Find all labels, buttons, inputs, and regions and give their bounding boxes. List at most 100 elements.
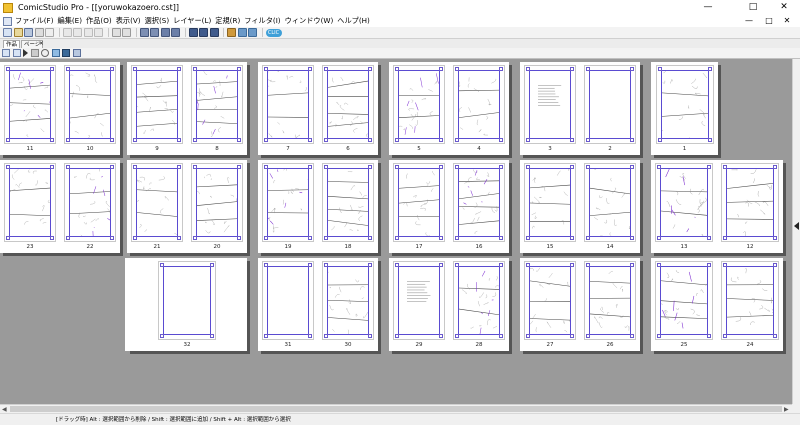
page-thumbnail[interactable] [655, 163, 713, 242]
page-thumbnail[interactable] [524, 65, 576, 144]
page-thumbnail[interactable] [524, 261, 576, 340]
maximize-button[interactable]: □ [741, 0, 765, 15]
new-icon[interactable] [3, 28, 12, 37]
page-spread[interactable]: 2726 [520, 258, 640, 351]
rotate-icon[interactable] [41, 49, 49, 57]
page-thumbnail[interactable] [453, 163, 505, 242]
pointer-icon[interactable] [52, 49, 60, 57]
print-icon[interactable] [45, 28, 54, 37]
undo-icon[interactable] [112, 28, 121, 37]
menu-window[interactable]: ウィンドウ(W) [285, 16, 334, 26]
menu-ruler[interactable]: 定規(R) [215, 16, 240, 26]
page-spread[interactable]: 32 [127, 258, 247, 351]
menu-view[interactable]: 表示(V) [116, 16, 141, 26]
page-spread[interactable]: 2524 [651, 258, 783, 351]
open-icon[interactable] [14, 28, 23, 37]
clic-badge[interactable]: CLIC [266, 29, 282, 37]
delete-icon[interactable] [94, 28, 103, 37]
page-spread[interactable]: 2120 [127, 160, 247, 253]
vertical-scrollbar[interactable] [792, 59, 800, 404]
page-spread[interactable]: 1918 [258, 160, 378, 253]
page-thumbnail[interactable] [4, 65, 56, 144]
page-spread[interactable]: 2928 [389, 258, 509, 351]
page-spread[interactable]: 1312 [651, 160, 783, 253]
menu-edit[interactable]: 編集(E) [58, 16, 83, 26]
menu-filter[interactable]: フィルタ(I) [244, 16, 280, 26]
tab-works[interactable]: 作品 [3, 40, 20, 48]
page-thumbnail[interactable] [655, 261, 713, 340]
page-thumbnail[interactable] [524, 163, 576, 242]
page-thumbnail[interactable] [393, 65, 445, 144]
thumbnail-icon[interactable] [62, 49, 70, 57]
page-thumbnail[interactable] [322, 163, 374, 242]
page-thumbnail[interactable] [322, 65, 374, 144]
menu-file[interactable]: ファイル(F) [15, 16, 54, 26]
menu-layer[interactable]: レイヤー(L) [173, 16, 211, 26]
page-thumbnail[interactable] [584, 65, 636, 144]
page-spread[interactable]: 1110 [0, 62, 120, 155]
collapse-arrow-icon[interactable] [794, 222, 799, 230]
page-thumbnail[interactable] [131, 163, 183, 242]
page-spread[interactable]: 3130 [258, 258, 378, 351]
close-button[interactable]: ✕ [772, 0, 796, 15]
grid-icon[interactable] [171, 28, 180, 37]
page-thumbnail[interactable] [262, 163, 314, 242]
page-thumbnail[interactable] [158, 261, 216, 340]
scroll-thumb[interactable] [10, 406, 782, 412]
layer-icon[interactable] [140, 28, 149, 37]
page-thumbnail[interactable] [453, 261, 505, 340]
page-spread[interactable]: 1 [651, 62, 718, 155]
page-thumbnail[interactable] [656, 65, 714, 144]
page-spread[interactable]: 1716 [389, 160, 509, 253]
page-thumbnail[interactable] [64, 65, 116, 144]
play-icon[interactable] [23, 49, 28, 57]
page-spread[interactable]: 32 [520, 62, 640, 155]
page-thumbnail[interactable] [393, 163, 445, 242]
doc-restore-button[interactable]: □ [762, 15, 776, 27]
page-thumbnail[interactable] [131, 65, 183, 144]
doc-close-button[interactable]: ✕ [780, 15, 794, 27]
page-thumbnail[interactable] [191, 65, 243, 144]
page-thumbnail[interactable] [322, 261, 374, 340]
navigator-icon[interactable] [238, 28, 247, 37]
page-overview-canvas[interactable]: 1110987654321232221201918171615141312323… [0, 59, 792, 404]
page-thumbnail[interactable] [262, 261, 314, 340]
page-thumbnail[interactable] [721, 163, 779, 242]
document-icon[interactable] [3, 17, 12, 26]
page-thumbnail[interactable] [584, 261, 636, 340]
page-new-icon[interactable] [2, 49, 10, 57]
ruler-icon[interactable] [227, 28, 236, 37]
property-icon[interactable] [248, 28, 257, 37]
page-settings-icon[interactable] [31, 49, 39, 57]
minimize-button[interactable]: — [696, 0, 720, 15]
page-spread[interactable]: 54 [389, 62, 509, 155]
page-spread[interactable]: 76 [258, 62, 378, 155]
zoom-out-icon[interactable] [199, 28, 208, 37]
doc-minimize-button[interactable]: — [742, 15, 756, 27]
page-spread[interactable]: 2322 [0, 160, 120, 253]
page-thumbnail[interactable] [453, 65, 505, 144]
page-thumbnail[interactable] [191, 163, 243, 242]
tab-close-icon[interactable]: ✕ [37, 40, 46, 48]
fit-icon[interactable] [210, 28, 219, 37]
close-doc-icon[interactable] [35, 28, 44, 37]
paste-icon[interactable] [84, 28, 93, 37]
copy-icon[interactable] [73, 28, 82, 37]
menu-select[interactable]: 選択(S) [145, 16, 170, 26]
page-open-icon[interactable] [13, 49, 21, 57]
page-thumbnail[interactable] [4, 163, 56, 242]
spread-view-icon[interactable] [161, 28, 170, 37]
menu-help[interactable]: ヘルプ(H) [337, 16, 370, 26]
page-spread[interactable]: 1514 [520, 160, 640, 253]
page-thumbnail[interactable] [393, 261, 445, 340]
page-spread[interactable]: 98 [127, 62, 247, 155]
zoom-in-icon[interactable] [189, 28, 198, 37]
cut-icon[interactable] [63, 28, 72, 37]
page-view-icon[interactable] [150, 28, 159, 37]
page-thumbnail[interactable] [721, 261, 779, 340]
page-thumbnail[interactable] [584, 163, 636, 242]
save-icon[interactable] [24, 28, 33, 37]
horizontal-scrollbar[interactable]: ◀ ▶ [0, 404, 792, 413]
list-view-icon[interactable] [73, 49, 81, 57]
page-thumbnail[interactable] [64, 163, 116, 242]
